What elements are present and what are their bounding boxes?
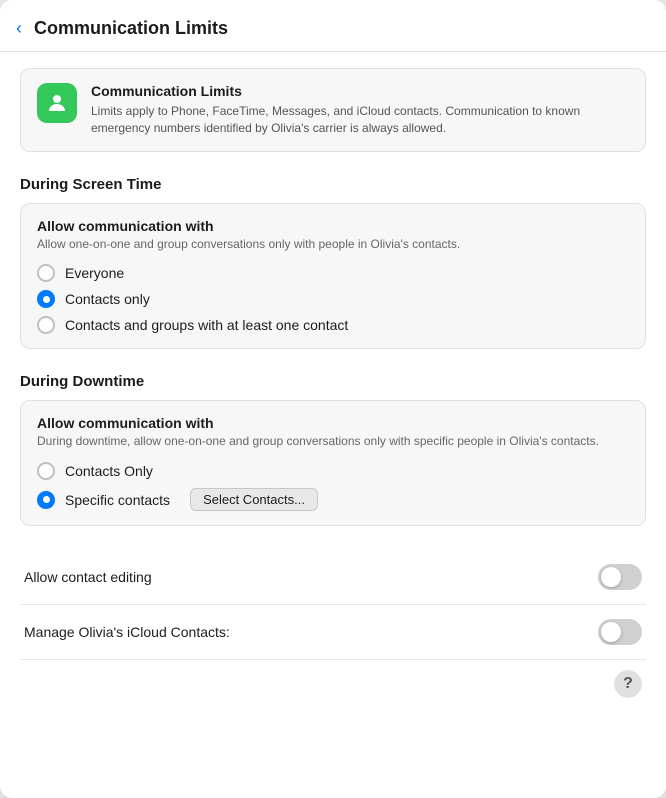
manage-icloud-contacts-label: Manage Olivia's iCloud Contacts: xyxy=(24,624,230,640)
downtime-card: Allow communication with During downtime… xyxy=(20,400,646,526)
screen-time-section-label: During Screen Time xyxy=(20,176,646,193)
screen-time-card: Allow communication with Allow one-on-on… xyxy=(20,203,646,350)
downtime-contacts-only-radio[interactable] xyxy=(37,462,55,480)
info-card-description: Limits apply to Phone, FaceTime, Message… xyxy=(91,103,629,137)
page-title: Communication Limits xyxy=(34,18,228,39)
manage-icloud-contacts-thumb xyxy=(601,622,621,642)
downtime-specific-contacts-radio[interactable] xyxy=(37,491,55,509)
downtime-card-title: Allow communication with xyxy=(37,415,629,431)
communication-limits-icon xyxy=(37,83,77,123)
downtime-specific-contacts-label: Specific contacts xyxy=(65,492,170,508)
person-icon xyxy=(45,91,69,115)
screen-time-contacts-groups-option[interactable]: Contacts and groups with at least one co… xyxy=(37,316,629,334)
info-card-title: Communication Limits xyxy=(91,83,629,99)
screen-time-contacts-groups-label: Contacts and groups with at least one co… xyxy=(65,317,348,333)
allow-contact-editing-toggle[interactable] xyxy=(598,564,642,590)
window: ‹ Communication Limits Communication Lim… xyxy=(0,0,666,798)
select-contacts-button[interactable]: Select Contacts... xyxy=(190,488,318,511)
content-area: Communication Limits Limits apply to Pho… xyxy=(0,52,666,798)
screen-time-contacts-groups-radio[interactable] xyxy=(37,316,55,334)
allow-contact-editing-row: Allow contact editing xyxy=(20,550,646,605)
info-card: Communication Limits Limits apply to Pho… xyxy=(20,68,646,152)
downtime-contacts-only-label: Contacts Only xyxy=(65,463,153,479)
screen-time-contacts-only-label: Contacts only xyxy=(65,291,150,307)
help-button-row: ? xyxy=(20,660,646,702)
screen-time-everyone-label: Everyone xyxy=(65,265,124,281)
downtime-specific-contacts-option[interactable]: Specific contacts Select Contacts... xyxy=(37,488,629,511)
downtime-card-subtitle: During downtime, allow one-on-one and gr… xyxy=(37,433,629,450)
header: ‹ Communication Limits xyxy=(0,0,666,52)
help-button[interactable]: ? xyxy=(614,670,642,698)
downtime-contacts-only-option[interactable]: Contacts Only xyxy=(37,462,629,480)
screen-time-contacts-only-radio[interactable] xyxy=(37,290,55,308)
screen-time-card-title: Allow communication with xyxy=(37,218,629,234)
downtime-section-label: During Downtime xyxy=(20,373,646,390)
manage-icloud-contacts-row: Manage Olivia's iCloud Contacts: xyxy=(20,605,646,660)
screen-time-everyone-option[interactable]: Everyone xyxy=(37,264,629,282)
back-button[interactable]: ‹ xyxy=(16,18,26,39)
screen-time-everyone-radio[interactable] xyxy=(37,264,55,282)
allow-contact-editing-thumb xyxy=(601,567,621,587)
allow-contact-editing-label: Allow contact editing xyxy=(24,569,152,585)
screen-time-contacts-only-option[interactable]: Contacts only xyxy=(37,290,629,308)
manage-icloud-contacts-toggle[interactable] xyxy=(598,619,642,645)
screen-time-card-subtitle: Allow one-on-one and group conversations… xyxy=(37,236,629,253)
